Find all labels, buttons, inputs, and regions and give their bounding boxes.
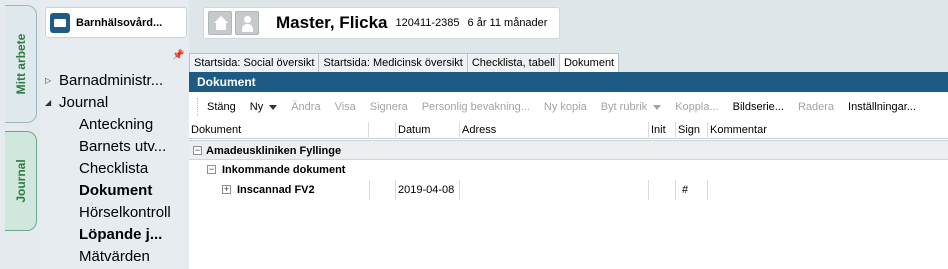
tab-mitt-arbete[interactable]: Mitt arbete (5, 5, 37, 123)
collapse-icon[interactable]: − (207, 165, 216, 174)
tree-item-label: Hörselkontroll (79, 204, 171, 221)
row-adress (460, 180, 649, 200)
tab-journal[interactable]: Journal (5, 131, 37, 231)
tree-item-label: Löpande j... (79, 226, 163, 243)
tree-item-label: Barnets utv... (79, 138, 167, 155)
folder-icon (50, 12, 70, 33)
toolbar-button-label: Personlig bevakning... (421, 101, 530, 113)
tab-journal-label: Journal (13, 159, 28, 203)
toolbar-button[interactable]: Byt rubrik (594, 101, 668, 113)
toolbar-button[interactable]: Signera (363, 101, 415, 113)
tree-item-label: Barnadministr... (59, 72, 164, 89)
patient-id: 120411-2385 (395, 17, 460, 29)
toolbar-button-label: Radera (797, 101, 835, 113)
tree-item-label: Anteckning (79, 116, 154, 133)
dropdown-arrow-icon[interactable] (269, 104, 278, 110)
toolbar-button-label: Byt rubrik (600, 101, 648, 113)
row-spacer (369, 180, 396, 200)
row-dokument: Inscannad FV2 (237, 184, 315, 196)
tree-item[interactable]: Dokument (45, 180, 189, 202)
col-dokument[interactable]: Dokument (189, 122, 369, 139)
toolbar-button[interactable]: Inställningar... (841, 101, 923, 113)
toolbar-button-label: Visa (334, 101, 356, 113)
row-init (649, 180, 676, 200)
unit-label: Barnhälsovård... (76, 16, 163, 29)
tree-item-label: Journal (59, 94, 109, 111)
toolbar: Stäng Ny Ändra Visa Signera Personlig bevakni… (189, 93, 948, 121)
collapse-icon[interactable]: − (193, 146, 202, 155)
table-row[interactable]: + Inscannad FV2 2019-04-08 # (189, 180, 948, 200)
column-headers: Dokument Datum Adress Init Sign Kommenta… (189, 122, 948, 139)
col-adress[interactable]: Adress (460, 122, 649, 139)
toolbar-button-label: Inställningar... (848, 101, 916, 113)
journal-tree: ▷ Barnadministr... ◢ Journal Anteckning Barne… (45, 70, 189, 268)
left-nav-panel: Barnhälsovård... 📌 ▷ Barnadministr... ◢ Jou… (41, 0, 189, 269)
view-tabs: Startsida: Social översikt Startsida: Me… (189, 53, 948, 72)
toolbar-button-label: Stäng (207, 101, 236, 113)
toolbar-button[interactable]: Personlig bevakning... (415, 101, 537, 113)
tree-item-label: Mätvärden (79, 248, 150, 265)
toolbar-button[interactable]: Bildserie... (726, 101, 791, 113)
tab-checklista-tabell[interactable]: Checklista, tabell (466, 53, 560, 72)
toolbar-button[interactable]: Visa (328, 101, 363, 113)
group-clinic-label: Amadeuskliniken Fyllinge (206, 145, 342, 157)
toolbar-button-label: Koppla... (675, 101, 719, 113)
col-sign[interactable]: Sign (676, 122, 708, 139)
toolbar-button[interactable]: Ny (243, 101, 284, 113)
row-kommentar (708, 180, 948, 200)
tree-item[interactable]: Checklista (45, 158, 189, 180)
toolbar-button-label: Ny kopia (543, 101, 587, 113)
document-view: Startsida: Social översikt Startsida: Me… (189, 53, 948, 269)
tree-item[interactable]: ◢ Journal (45, 92, 189, 114)
tab-dokument[interactable]: Dokument (558, 53, 620, 72)
tree-item-label: Dokument (79, 182, 153, 199)
unit-selector-button[interactable]: Barnhälsovård... (45, 7, 187, 38)
person-icon[interactable] (235, 11, 259, 35)
group-row-clinic[interactable]: − Amadeuskliniken Fyllinge (189, 140, 948, 160)
tree-item[interactable]: Barnets utv... (45, 136, 189, 158)
toolbar-button[interactable]: Ändra (284, 101, 327, 113)
pin-icon[interactable]: 📌 (172, 50, 184, 61)
tree-item-label: Checklista (79, 160, 149, 177)
tab-social-oversikt[interactable]: Startsida: Social översikt (189, 53, 320, 72)
tree-item[interactable]: Anteckning (45, 114, 189, 136)
col-datum[interactable]: Datum (396, 122, 460, 139)
tab-medicinsk-oversikt[interactable]: Startsida: Medicinsk översikt (318, 53, 468, 72)
patient-name: Master, Flicka (276, 13, 388, 32)
toolbar-button-label: Ändra (291, 101, 321, 113)
expand-icon[interactable]: + (222, 185, 231, 194)
col-kommentar[interactable]: Kommentar (708, 122, 948, 139)
col-init[interactable]: Init (649, 122, 676, 139)
toolbar-button[interactable]: Ny kopia (537, 101, 594, 113)
collapse-arrow-icon[interactable]: ◢ (45, 92, 55, 114)
patient-header: Master, Flicka 120411-2385 6 år 11 månad… (203, 7, 560, 39)
tree-item[interactable]: Mätvärden (45, 246, 189, 268)
tree-item[interactable]: ▷ Barnadministr... (45, 70, 189, 92)
col-spacer (369, 122, 396, 139)
side-tab-strip: Mitt arbete Journal (0, 0, 41, 269)
group-row-incoming[interactable]: − Inkommande dokument (189, 160, 948, 180)
group-incoming-label: Inkommande dokument (222, 164, 346, 176)
toolbar-separator (197, 98, 198, 116)
toolbar-button-label: Ny (249, 101, 264, 113)
toolbar-button-label: Signera (369, 101, 408, 113)
dropdown-arrow-icon[interactable] (653, 104, 662, 110)
tree-item[interactable]: Löpande j... (45, 224, 189, 246)
patient-age: 6 år 11 månader (467, 17, 548, 29)
panel-title: Dokument (189, 72, 948, 92)
row-sign: # (676, 180, 708, 200)
toolbar-button[interactable]: Koppla... (668, 101, 725, 113)
tab-mitt-arbete-label: Mitt arbete (13, 33, 28, 95)
toolbar-button-label: Bildserie... (732, 101, 784, 113)
expand-arrow-icon[interactable]: ▷ (45, 70, 55, 92)
tree-item[interactable]: Hörselkontroll (45, 202, 189, 224)
toolbar-button[interactable]: Stäng (200, 101, 243, 113)
toolbar-button[interactable]: Radera (791, 101, 841, 113)
home-icon[interactable] (208, 11, 232, 35)
row-datum: 2019-04-08 (396, 180, 460, 200)
